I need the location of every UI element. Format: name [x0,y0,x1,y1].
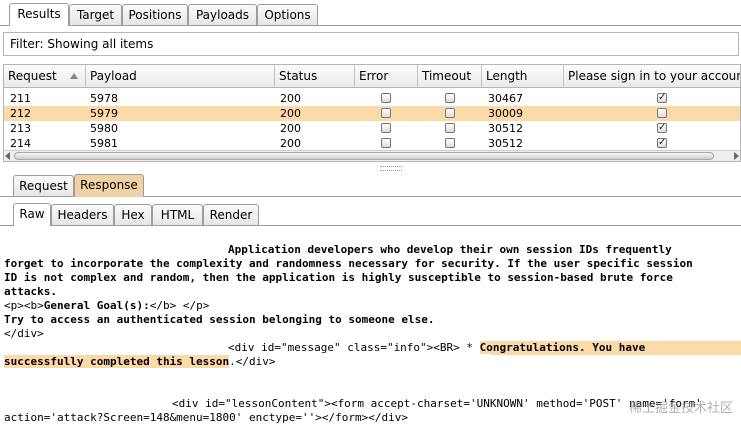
table-row[interactable]: 211 5978 200 30467 ✓ [4,91,740,106]
results-table: Request Payload Status Error Timeout Len… [3,64,741,162]
success-message: Congratulations. You have [479,341,646,354]
tab-render[interactable]: Render [203,204,259,225]
column-header-payload[interactable]: Payload [86,65,275,87]
signin-checkbox[interactable]: ✓ [657,93,667,103]
tab-headers[interactable]: Headers [51,204,114,225]
tab-target[interactable]: Target [69,4,122,25]
sort-ascending-icon [70,73,78,79]
filter-label: Filter: [10,37,44,51]
filter-text: Showing all items [47,37,154,51]
error-checkbox[interactable] [381,108,391,118]
signin-checkbox[interactable]: ✓ [657,138,667,148]
table-header: Request Payload Status Error Timeout Len… [4,65,740,88]
table-row[interactable]: 213 5980 200 30512 ✓ [4,121,740,136]
view-tab-bar: Raw Headers Hex HTML Render [0,203,741,228]
column-header-status[interactable]: Status [275,65,355,87]
request-response-tab-bar: Request Response [0,174,741,199]
column-header-timeout[interactable]: Timeout [418,65,482,87]
table-row-selected[interactable]: 212 5979 200 30009 [4,106,740,121]
timeout-checkbox[interactable] [445,123,455,133]
tab-divider [0,25,741,26]
body-line: forget to incorporate the complexity and… [4,257,693,270]
scrollbar-thumb[interactable] [14,152,714,160]
body-line-message: successfully completed this lesson.</div… [4,355,276,368]
column-header-error[interactable]: Error [355,65,418,87]
table-row[interactable]: 214 5981 200 30512 ✓ [4,136,740,151]
body-line-message: <div id="message" class="info"><BR> * Co… [228,341,646,354]
horizontal-scrollbar[interactable] [4,150,740,161]
timeout-checkbox[interactable] [445,138,455,148]
tab-positions[interactable]: Positions [122,4,188,25]
tab-request[interactable]: Request [13,175,74,196]
signin-checkbox[interactable]: ✓ [657,123,667,133]
timeout-checkbox[interactable] [445,108,455,118]
signin-checkbox[interactable] [657,108,667,118]
response-body[interactable]: Application developers who develop their… [0,228,741,424]
tab-html[interactable]: HTML [152,204,203,225]
error-checkbox[interactable] [381,138,391,148]
split-pane-handle[interactable] [380,166,402,171]
column-header-signin[interactable]: Please sign in to your account [564,65,740,87]
scroll-left-icon[interactable] [5,152,10,160]
filter-bar[interactable]: Filter: Showing all items [3,32,739,56]
tab-divider [0,225,741,226]
body-line: Try to access an authenticated session b… [4,313,435,326]
error-checkbox[interactable] [381,123,391,133]
body-line: </div> [4,327,44,340]
body-line: action='attack?Screen=148&menu=1800' enc… [4,411,408,424]
watermark: 稀土掘金技术社区 [628,401,733,416]
tab-options[interactable]: Options [257,4,318,25]
body-line: attacks. [4,285,57,298]
tab-response[interactable]: Response [74,174,144,197]
body-line: ID is not complex and random, then the a… [4,271,673,284]
error-checkbox[interactable] [381,93,391,103]
scroll-right-icon[interactable] [734,152,739,160]
body-line: Application developers who develop their… [228,243,672,256]
body-line: <p><b>General Goal(s):</b> </p> [4,299,210,312]
column-header-request[interactable]: Request [4,65,86,87]
tab-hex[interactable]: Hex [114,204,152,225]
success-message: successfully completed this lesson [4,355,230,368]
tab-results[interactable]: Results [9,3,69,26]
tab-payloads[interactable]: Payloads [188,4,257,25]
main-tab-bar: Results Target Positions Payloads Option… [0,3,741,28]
tab-raw[interactable]: Raw [13,203,51,226]
timeout-checkbox[interactable] [445,93,455,103]
body-line: <div id="lessonContent"><form accept-cha… [172,397,702,410]
column-header-length[interactable]: Length [482,65,564,87]
